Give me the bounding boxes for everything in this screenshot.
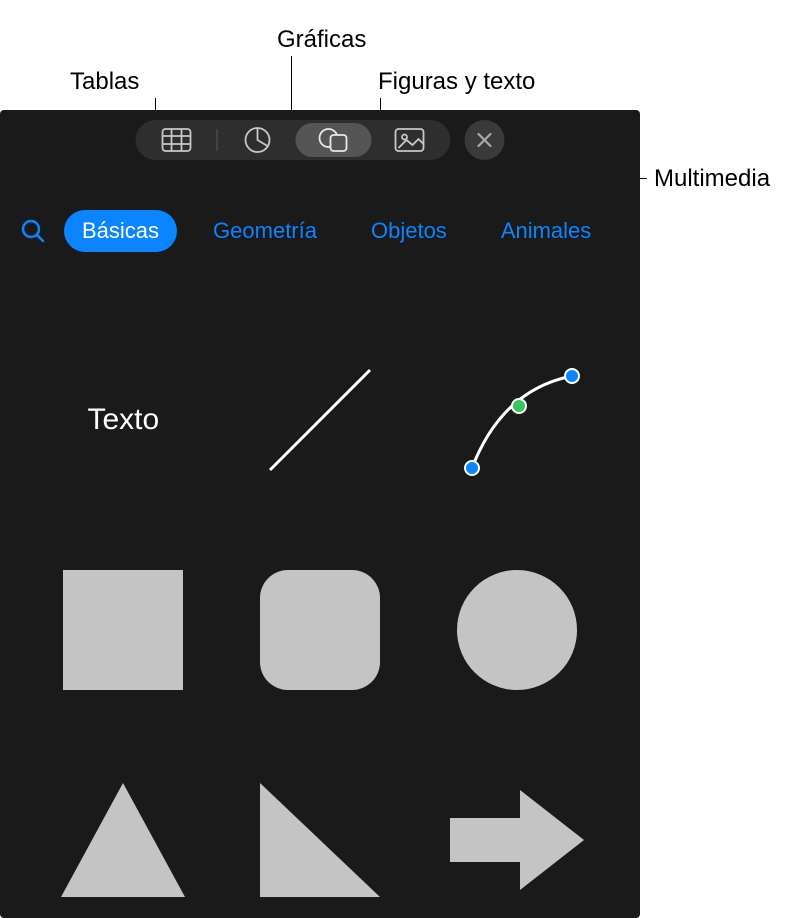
- right-triangle-icon: [250, 775, 390, 905]
- circle-icon: [452, 565, 582, 695]
- shapes-grid: Texto: [0, 300, 640, 918]
- insert-panel: Básicas Geometría Objetos Animales Texto: [0, 110, 640, 918]
- shapes-icon: [318, 126, 350, 154]
- close-button[interactable]: [465, 120, 505, 160]
- segment-divider: [217, 129, 218, 151]
- segment-group: [136, 120, 451, 160]
- square-icon: [58, 565, 188, 695]
- chart-icon: [244, 126, 272, 154]
- category-basicas[interactable]: Básicas: [64, 210, 177, 252]
- shape-line[interactable]: [237, 320, 404, 520]
- category-animales[interactable]: Animales: [483, 210, 609, 252]
- media-icon: [395, 128, 425, 152]
- category-geometria[interactable]: Geometría: [195, 210, 335, 252]
- triangle-icon: [53, 775, 193, 905]
- arrow-icon: [442, 780, 592, 900]
- search-icon[interactable]: [20, 218, 46, 244]
- charts-tab[interactable]: [220, 123, 296, 157]
- line-icon: [250, 350, 390, 490]
- shape-square[interactable]: [40, 530, 207, 730]
- shape-arrow[interactable]: [433, 740, 600, 918]
- category-objetos[interactable]: Objetos: [353, 210, 465, 252]
- callout-graficas: Gráficas: [277, 26, 366, 54]
- rounded-square-icon: [255, 565, 385, 695]
- table-icon: [162, 128, 192, 152]
- curve-icon: [447, 350, 587, 490]
- toolbar: [136, 120, 505, 160]
- shape-text-label: Texto: [87, 403, 159, 437]
- callout-figuras: Figuras y texto: [378, 68, 535, 96]
- shape-curve[interactable]: [433, 320, 600, 520]
- callout-multimedia: Multimedia: [654, 165, 770, 193]
- shape-text[interactable]: Texto: [40, 320, 207, 520]
- callout-tablas: Tablas: [70, 68, 139, 96]
- shape-circle[interactable]: [433, 530, 600, 730]
- tables-tab[interactable]: [139, 123, 215, 157]
- close-icon: [476, 131, 494, 149]
- media-tab[interactable]: [372, 123, 448, 157]
- shape-rounded-square[interactable]: [237, 530, 404, 730]
- category-bar: Básicas Geometría Objetos Animales: [0, 210, 640, 252]
- shape-right-triangle[interactable]: [237, 740, 404, 918]
- shapes-tab[interactable]: [296, 123, 372, 157]
- shape-triangle[interactable]: [40, 740, 207, 918]
